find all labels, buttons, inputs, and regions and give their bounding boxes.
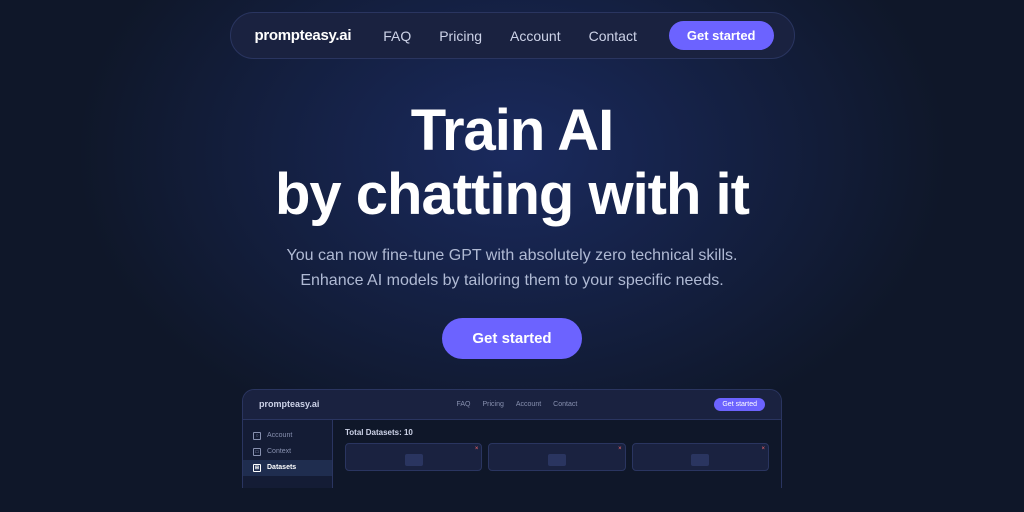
page-wrapper: prompteasy.ai FAQ Pricing Account Contac… — [0, 0, 1024, 488]
hero-title-line1: Train AI — [411, 98, 614, 163]
nav-account[interactable]: Account — [510, 28, 561, 44]
card-close-2[interactable]: × — [618, 446, 622, 452]
card-close-3[interactable]: × — [761, 446, 765, 452]
nav-contact[interactable]: Contact — [589, 28, 637, 44]
preview-cards: × × × — [345, 443, 769, 471]
card-close-1[interactable]: × — [475, 446, 479, 452]
preview-link-account: Account — [516, 401, 541, 408]
preview-link-pricing: Pricing — [482, 401, 503, 408]
nav-links: FAQ Pricing Account Contact — [383, 28, 637, 44]
person-icon: ○ — [253, 432, 261, 440]
preview-link-contact: Contact — [553, 401, 577, 408]
preview-cta-button[interactable]: Get started — [714, 398, 765, 411]
preview-content: Total Datasets: 10 × × × — [333, 420, 781, 488]
navbar: prompteasy.ai FAQ Pricing Account Contac… — [230, 12, 795, 59]
card-icon-3 — [691, 454, 709, 466]
hero-title: Train AI by chatting with it — [0, 99, 1024, 227]
preview-card-3: × — [632, 443, 769, 471]
hero-section: Train AI by chatting with it You can now… — [0, 59, 1024, 359]
sidebar-item-account[interactable]: ○ Account — [243, 428, 332, 444]
preview-sidebar: ○ Account ▭ Context ⊞ Datasets — [243, 420, 333, 488]
navbar-wrapper: prompteasy.ai FAQ Pricing Account Contac… — [0, 0, 1024, 59]
preview-card-2: × — [488, 443, 625, 471]
file-icon: ▭ — [253, 448, 261, 456]
brand-logo: prompteasy.ai — [255, 27, 352, 44]
navbar-cta-button[interactable]: Get started — [669, 21, 774, 50]
sidebar-item-datasets[interactable]: ⊞ Datasets — [243, 460, 332, 476]
sidebar-item-context-label: Context — [267, 448, 291, 455]
sidebar-item-account-label: Account — [267, 432, 292, 439]
grid-icon: ⊞ — [253, 464, 261, 472]
preview-nav-links: FAQ Pricing Account Contact — [456, 401, 577, 408]
preview-navbar: prompteasy.ai FAQ Pricing Account Contac… — [243, 390, 781, 420]
hero-cta-button[interactable]: Get started — [442, 318, 581, 359]
card-icon-1 — [405, 454, 423, 466]
preview-card-1: × — [345, 443, 482, 471]
hero-subtitle: You can now fine-tune GPT with absolutel… — [0, 243, 1024, 294]
hero-subtitle-line1: You can now fine-tune GPT with absolutel… — [287, 247, 738, 264]
preview-logo: prompteasy.ai — [259, 399, 319, 409]
preview-link-faq: FAQ — [456, 401, 470, 408]
nav-pricing[interactable]: Pricing — [439, 28, 482, 44]
hero-title-line2: by chatting with it — [275, 162, 749, 227]
sidebar-item-context[interactable]: ▭ Context — [243, 444, 332, 460]
sidebar-item-datasets-label: Datasets — [267, 464, 296, 471]
content-header: Total Datasets: 10 — [345, 428, 769, 437]
nav-faq[interactable]: FAQ — [383, 28, 411, 44]
hero-subtitle-line2: Enhance AI models by tailoring them to y… — [300, 272, 723, 289]
preview-wrapper: prompteasy.ai FAQ Pricing Account Contac… — [0, 359, 1024, 488]
preview-window: prompteasy.ai FAQ Pricing Account Contac… — [242, 389, 782, 488]
card-icon-2 — [548, 454, 566, 466]
preview-body: ○ Account ▭ Context ⊞ Datasets Total Dat… — [243, 420, 781, 488]
